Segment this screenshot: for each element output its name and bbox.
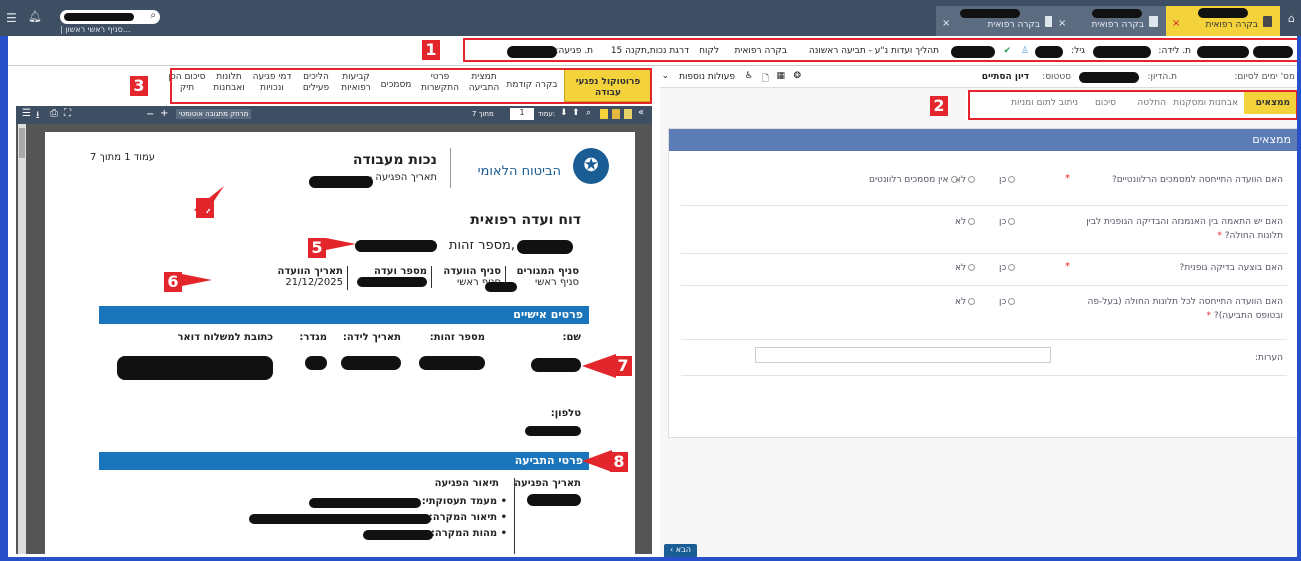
question-1-no[interactable]: לא xyxy=(955,175,976,185)
page-label: עמוד: xyxy=(538,110,556,118)
status-value: דיון הסתיים xyxy=(981,72,1029,82)
menu-icon[interactable]: ☰ xyxy=(22,108,31,119)
more-actions-dropdown[interactable]: פעולות נוספות xyxy=(679,72,735,82)
annotation-1: 1 xyxy=(422,40,440,60)
annotation-5: 5 xyxy=(308,238,326,258)
question-4-no[interactable]: לא xyxy=(955,297,976,307)
zoom-out-button[interactable]: − xyxy=(146,109,154,120)
annotation-box-3 xyxy=(170,68,652,104)
collapse-icon[interactable]: « xyxy=(638,107,644,118)
annotation-arrow-7 xyxy=(582,354,616,378)
bell-icon[interactable]: 🔔︎ xyxy=(28,10,42,23)
annotation-arrow-8 xyxy=(582,450,612,472)
home-icon[interactable]: ⌂ xyxy=(1288,12,1295,25)
annotation-box-1 xyxy=(463,38,1299,62)
fullscreen-icon[interactable]: ⛶ xyxy=(64,108,71,119)
question-1-none[interactable]: אין מסמכים רלוונטים xyxy=(869,175,958,185)
annotation-7: 7 xyxy=(614,356,632,376)
question-3-yes[interactable]: כן xyxy=(999,263,1016,273)
branch-label: | סניף ראשי ראשון... xyxy=(60,25,131,34)
annotation-2: 2 xyxy=(930,96,948,116)
scrollbar[interactable] xyxy=(18,124,26,554)
close-icon[interactable]: × xyxy=(1058,18,1066,29)
help-icon[interactable]: ❂ xyxy=(793,71,801,81)
national-insurance-logo-icon: ✪ xyxy=(573,148,609,184)
close-icon[interactable]: × xyxy=(942,18,950,29)
notes-label: הערות: xyxy=(1255,353,1283,363)
question-4: האם הוועדה התייחסה לכל תלונות החולה (בעל… xyxy=(1087,297,1283,321)
findings-pane: מס' ימים לסיום: ת.הדיון: סטטוס: דיון הסת… xyxy=(660,66,1301,561)
question-3: האם בוצעה בדיקה גופנית? xyxy=(1179,263,1283,273)
page-counter: עמוד 1 מתוך 7 xyxy=(90,152,155,163)
annotation-3: 3 xyxy=(130,76,148,96)
frame-left xyxy=(0,36,8,561)
page-of-label: מתוך 7 xyxy=(472,110,494,118)
question-2-yes[interactable]: כן xyxy=(999,217,1016,227)
committee-table: סניף המגורים סניף ראשי סניף הוועדה סניף … xyxy=(263,266,581,294)
question-1: האם הוועדה התייחסה למסמכים הרלוונטיים? xyxy=(1111,175,1283,185)
chevron-down-icon[interactable]: ⌄ xyxy=(661,71,669,81)
claim-details-section: פרטי התביעה xyxy=(99,452,589,470)
arrow-up-icon[interactable]: ⬆ xyxy=(572,108,580,118)
next-button[interactable]: ‹ הבא xyxy=(664,544,697,558)
document-title: נכות מעבודה xyxy=(352,152,437,168)
committee-date: 21/12/2025 xyxy=(285,277,343,288)
annotation-arrow-6 xyxy=(182,274,212,286)
print-icon[interactable]: ⎙ xyxy=(50,108,58,119)
annotation-arrow-4 xyxy=(194,186,224,216)
page-number-input[interactable]: 1 xyxy=(510,108,534,120)
organization-name: הביטוח הלאומי xyxy=(477,164,561,179)
annotation-arrow-5 xyxy=(326,238,356,250)
personal-details-section: פרטים אישיים xyxy=(99,306,589,324)
search-input[interactable]: ⌕ xyxy=(60,10,160,24)
top-bar: ☰ 🔔︎ ⌕ | סניף ראשי ראשון... × בקרה רפואי… xyxy=(0,0,1301,36)
injury-date-label: תאריך הפגיעה - xyxy=(368,172,437,183)
question-2: האם יש התאמה בין האנמנזה והבדיקה הגופנית… xyxy=(1086,217,1283,241)
top-tab-3[interactable]: × בקרה רפואית xyxy=(936,6,1062,36)
highlight-icon[interactable] xyxy=(600,109,608,119)
panel-title: ממצאים xyxy=(669,129,1299,151)
top-tab-2[interactable]: × בקרה רפואית xyxy=(1052,6,1166,36)
document-icon xyxy=(1263,16,1272,27)
arrow-down-icon[interactable]: ⬇ xyxy=(560,108,568,118)
viewer-toolbar: ☰ ⭳ ⎙ ⛶ − + מרחק מתגובה אוטומטי מתוך 7 1… xyxy=(16,106,652,124)
report-title: דוח ועדה רפואית xyxy=(470,212,581,228)
search-icon[interactable]: ⌕ xyxy=(150,10,156,21)
notes-input[interactable] xyxy=(755,347,1051,363)
findings-panel: ממצאים האם הוועדה התייחסה למסמכים הרלוונ… xyxy=(668,128,1299,438)
document-page: עמוד 1 מתוך 7 ✪ הביטוח הלאומי נכות מעבוד… xyxy=(45,132,635,554)
download-icon[interactable]: ⭳ xyxy=(36,108,40,125)
frame-bottom xyxy=(0,557,1301,561)
document-icon xyxy=(1149,16,1158,27)
question-3-no[interactable]: לא xyxy=(955,263,976,273)
frame-right xyxy=(1297,36,1301,561)
calendar-icon[interactable]: ▦ xyxy=(776,71,785,81)
annotation-6: 6 xyxy=(164,272,182,292)
question-1-yes[interactable]: כן xyxy=(999,175,1016,185)
document-viewer[interactable]: עמוד 1 מתוך 7 ✪ הביטוח הלאומי נכות מעבוד… xyxy=(16,124,652,554)
zoom-in-button[interactable]: + xyxy=(160,108,168,119)
comment-icon[interactable] xyxy=(624,109,632,119)
annotation-box-2 xyxy=(968,90,1298,120)
menu-icon[interactable]: ☰ xyxy=(6,11,17,25)
id-label: ,מספר זהות xyxy=(448,238,515,253)
annotation-8: 8 xyxy=(610,452,628,472)
question-2-no[interactable]: לא xyxy=(955,217,976,227)
close-icon[interactable]: × xyxy=(1172,18,1180,29)
search-icon[interactable]: ⌕ xyxy=(586,108,591,118)
zoom-select[interactable]: מרחק מתגובה אוטומטי xyxy=(176,109,252,119)
file-icon[interactable]: 🗋︎ xyxy=(762,71,769,87)
top-tab-active[interactable]: × בקרה רפואית xyxy=(1166,6,1280,36)
question-4-yes[interactable]: כן xyxy=(999,297,1016,307)
note-icon[interactable] xyxy=(612,109,620,119)
case-header: מס' ימים לסיום: ת.הדיון: סטטוס: דיון הסת… xyxy=(660,66,1301,88)
accessibility-icon[interactable]: ♿︎ xyxy=(745,71,753,81)
